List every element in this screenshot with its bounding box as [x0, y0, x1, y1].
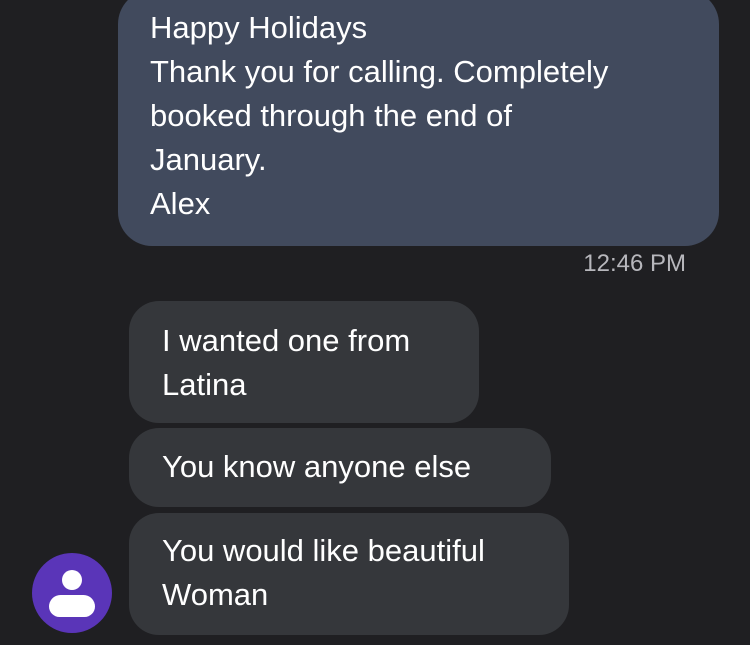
message-text-line: Happy Holidays — [150, 10, 368, 45]
sent-message-bubble[interactable]: Happy Holidays Thank you for calling. Co… — [118, 0, 719, 246]
message-timestamp: 12:46 PM — [583, 250, 686, 277]
message-text-line: Woman — [162, 577, 269, 612]
received-message-bubble[interactable]: You would like beautiful Woman — [129, 513, 569, 635]
received-message-bubble[interactable]: I wanted one from Latina — [129, 301, 479, 423]
person-icon — [62, 570, 82, 590]
contact-avatar[interactable] — [32, 553, 112, 633]
message-text-line: Thank you for calling. Completely — [150, 54, 609, 89]
message-text-line: booked through the end of — [150, 98, 512, 133]
message-text-line: You would like beautiful — [162, 533, 485, 568]
message-text-line: Latina — [162, 367, 247, 402]
received-message-bubble[interactable]: You know anyone else — [129, 428, 551, 507]
message-text-line: You know anyone else — [162, 449, 472, 484]
message-text-line: I wanted one from — [162, 323, 411, 358]
message-text-line: Alex — [150, 186, 211, 221]
person-icon-body — [49, 595, 95, 617]
message-text-line: January. — [150, 142, 267, 177]
